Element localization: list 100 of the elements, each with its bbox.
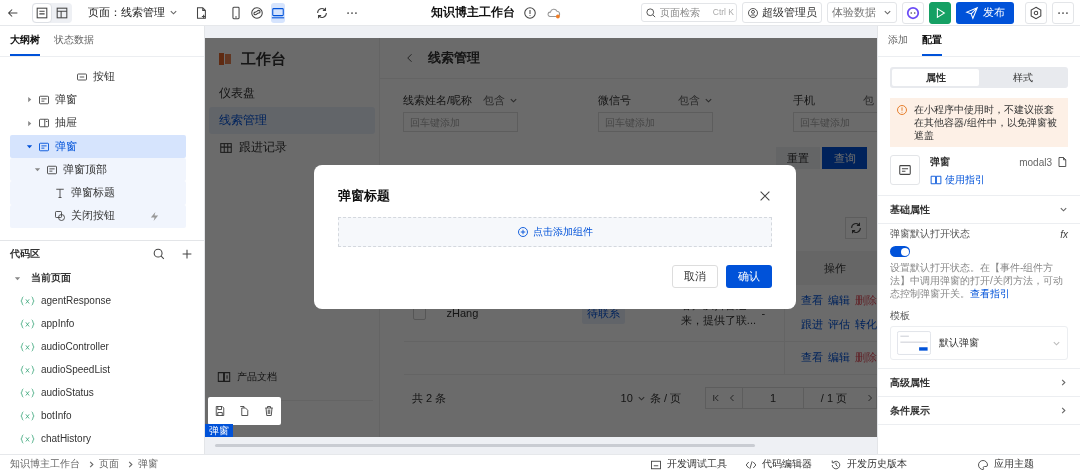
copy-icon[interactable] [238, 405, 251, 417]
cancel-button[interactable]: 取消 [672, 265, 718, 288]
tree-item[interactable]: 抽屉 [55, 116, 77, 131]
template-select[interactable]: 默认弹窗 [890, 326, 1068, 360]
desktop-button[interactable] [271, 2, 285, 23]
chevron-icon [169, 8, 178, 17]
total-count: 共 2 条 [412, 390, 447, 406]
refresh-button[interactable] [845, 217, 867, 239]
app-name: 工作台 [241, 49, 286, 69]
delete-icon[interactable] [262, 405, 275, 417]
variable-item[interactable]: chatHistory [41, 433, 91, 444]
variable-item[interactable]: appInfo [41, 318, 75, 329]
more-icon[interactable] [345, 10, 359, 15]
user-icon [747, 6, 759, 19]
default-open-toggle[interactable] [890, 246, 910, 257]
robot-icon [906, 5, 920, 20]
caret-icon[interactable] [14, 274, 21, 282]
copy-icon[interactable] [1056, 156, 1068, 168]
caret-icon[interactable] [26, 96, 33, 104]
tree-item[interactable]: 弹窗 [55, 92, 77, 107]
history-button[interactable]: 开发历史版本 [830, 458, 907, 471]
breadcrumb-item[interactable]: 页面 [99, 458, 119, 471]
assistant-button[interactable] [902, 1, 924, 24]
more-icon [1056, 10, 1070, 15]
formula-button[interactable]: fx [1060, 228, 1068, 240]
tree-item[interactable]: 弹窗标题 [71, 186, 115, 201]
variable-item[interactable]: botInfo [41, 410, 72, 421]
group-label[interactable]: 当前页面 [31, 271, 71, 285]
panel-tab[interactable]: 添加 [888, 26, 908, 56]
breadcrumb-item[interactable]: 知识博主工作台 [10, 458, 80, 471]
tree-item[interactable]: 关闭按钮 [71, 209, 115, 224]
save-icon[interactable] [214, 405, 227, 417]
chevron-icon[interactable] [1059, 378, 1068, 387]
caret-icon[interactable] [26, 119, 33, 127]
first-page-icon[interactable] [710, 392, 722, 404]
outline-button[interactable] [32, 2, 52, 23]
add-icon[interactable] [180, 247, 194, 261]
segment-tab[interactable]: 属性 [892, 69, 979, 86]
add-page-icon[interactable] [194, 5, 208, 20]
refresh-icon[interactable] [315, 5, 329, 20]
chevron-icon [126, 460, 135, 469]
chevron-icon[interactable] [1059, 406, 1068, 415]
close-icon[interactable] [758, 189, 772, 203]
tree-item[interactable]: 弹窗顶部 [63, 162, 107, 177]
settings-button[interactable] [1025, 1, 1047, 24]
variable-item[interactable]: audioSpeedList [41, 364, 110, 375]
page-input[interactable]: 1 [742, 388, 804, 408]
debug-tool-button[interactable]: 开发调试工具 [650, 458, 727, 471]
page-count: / 1 页 [819, 390, 849, 406]
chevron-icon [704, 96, 713, 105]
tree-item[interactable]: 弹窗 [55, 139, 77, 154]
component-name: 弹窗 [930, 155, 951, 169]
scrollbar-thumb[interactable] [215, 444, 755, 447]
page-size-label: 条 / 页 [649, 390, 681, 406]
variable-icon [20, 318, 35, 329]
theme-button[interactable]: 应用主题 [977, 458, 1034, 471]
nav-item[interactable]: 仪表盘 [209, 80, 375, 107]
code-editor-button[interactable]: 代码编辑器 [745, 458, 812, 471]
add-component-area[interactable]: 点击添加组件 [338, 217, 772, 247]
section-title[interactable]: 高级属性 [890, 375, 930, 390]
modal-title: 弹窗标题 [338, 187, 390, 205]
variable-item[interactable]: agentResponse [41, 295, 112, 306]
tree-item[interactable]: 按钮 [93, 69, 115, 84]
panel-icon [38, 117, 50, 130]
data-mode-dropdown[interactable]: 体验数据 [827, 2, 897, 23]
run-button[interactable] [929, 1, 951, 24]
publish-button[interactable]: 发布 [956, 1, 1014, 24]
warning-icon [896, 104, 908, 116]
search-icon[interactable] [152, 247, 166, 261]
phone-icon [229, 5, 243, 20]
section-title[interactable]: 条件展示 [890, 403, 930, 418]
caret-icon[interactable] [26, 143, 33, 151]
shortcut-hint: Ctrl K [712, 7, 734, 17]
nav-item[interactable]: 跟进记录 [209, 134, 375, 161]
info-icon[interactable] [522, 5, 537, 20]
variable-icon [20, 295, 35, 306]
segment-tab[interactable]: 样式 [979, 69, 1066, 86]
page-selector[interactable]: 页面：线索管理 [88, 5, 178, 20]
usage-guide-link[interactable]: 使用指引 [930, 173, 1068, 187]
caret-icon[interactable] [34, 166, 41, 174]
table-cell: - [761, 307, 766, 319]
variable-item[interactable]: audioStatus [41, 387, 94, 398]
user-button[interactable]: 超级管理员 [742, 2, 822, 23]
book-icon [930, 174, 942, 186]
view-guide-link[interactable]: 查看指引 [970, 288, 1010, 299]
variable-item[interactable]: audioController [41, 341, 109, 352]
plus-circle-icon [517, 226, 529, 238]
confirm-button[interactable]: 确认 [726, 265, 772, 288]
panel-tab[interactable]: 状态数据 [54, 26, 94, 56]
section-title[interactable]: 基础属性 [890, 202, 930, 217]
laptop-icon [271, 5, 285, 20]
page-size-dropdown[interactable]: 10 [620, 392, 646, 404]
warning-text: 在小程序中使用时，不建议嵌套在其他容器/组件中，以免弹窗被遮盖 [914, 103, 1058, 142]
panel-tab[interactable]: 大纲树 [10, 26, 40, 56]
chevron-icon[interactable] [1059, 205, 1068, 214]
docs-link[interactable]: 产品文档 [207, 364, 377, 390]
settings-icon [1029, 5, 1043, 20]
panel-tab[interactable]: 配置 [922, 26, 942, 56]
breadcrumb-item[interactable]: 弹窗 [138, 458, 158, 471]
filter-label: 微信号 [598, 93, 631, 108]
